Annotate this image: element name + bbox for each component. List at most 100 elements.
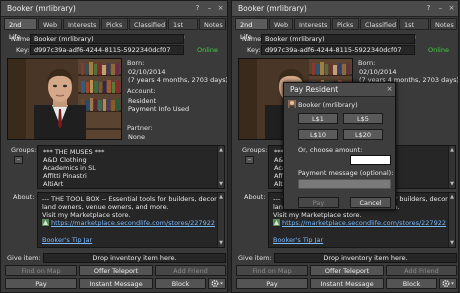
landmark-icon (273, 219, 280, 226)
marketplace-link[interactable]: https://marketplace.secondlife.com/store… (282, 219, 446, 227)
drop-inventory-target[interactable]: Drop inventory item here. (274, 253, 457, 263)
group-item[interactable]: A&D Clothing (43, 156, 87, 164)
find-on-map-button[interactable]: Find on Map (5, 265, 77, 276)
tipjar-link[interactable]: Booker's Tip Jar (273, 236, 323, 244)
tab-web[interactable]: Web (269, 18, 293, 30)
tab-notes[interactable]: Notes (430, 18, 457, 30)
window-titlebar[interactable]: Booker (mrlibrary) ? – × (232, 1, 458, 17)
scroll-down-icon[interactable]: ▼ (449, 181, 455, 187)
close-icon[interactable]: × (216, 4, 225, 13)
dialog-pay-button[interactable]: Pay (298, 197, 339, 208)
about-text[interactable]: --- THE TOOL BOX -- Essential tools for … (37, 192, 225, 248)
scroll-up-icon[interactable]: ▲ (449, 194, 455, 200)
partner-label: Partner: (127, 124, 153, 132)
scroll-down-icon[interactable]: ▼ (218, 181, 224, 187)
scroll-up-icon[interactable]: ▲ (218, 147, 224, 153)
instant-message-button[interactable]: Instant Message (79, 278, 153, 289)
tab-picks[interactable]: Picks (332, 18, 359, 30)
pay-l10-button[interactable]: L$10 (298, 129, 338, 140)
groups-label: Groups: (242, 146, 268, 154)
offer-teleport-button[interactable]: Offer Teleport (310, 265, 384, 276)
choose-amount-label: Or, choose amount: (298, 146, 363, 154)
tab-1st-life[interactable]: 1st Life (168, 18, 198, 41)
about-scrollbar[interactable]: ▲ ▼ (448, 193, 455, 247)
pay-l20-button[interactable]: L$20 (343, 129, 383, 140)
gear-icon[interactable] (439, 278, 457, 289)
offer-teleport-button[interactable]: Offer Teleport (79, 265, 153, 276)
group-item[interactable]: Academics in SL (43, 164, 96, 172)
account-label: Account: (127, 87, 156, 95)
dialog-title: Pay Resident (290, 85, 339, 94)
give-item-label: Give item: (238, 254, 272, 262)
tab-picks[interactable]: Picks (101, 18, 128, 30)
chevron-down-icon[interactable]: – (245, 156, 254, 164)
about-label: About: (244, 193, 266, 201)
close-icon[interactable]: × (385, 85, 394, 94)
account-type: Resident (128, 97, 157, 105)
groups-list[interactable]: *** THE MUSES *** A&D Clothing Academics… (37, 145, 225, 189)
chevron-down-icon[interactable]: – (14, 156, 23, 164)
dialog-cancel-button[interactable]: Cancel (350, 197, 391, 208)
about-line: --- THE TOOL BOX -- Essential tools for … (42, 195, 225, 203)
tab-2nd-life[interactable]: 2nd Life (235, 18, 268, 41)
tab-1st-life[interactable]: 1st Life (399, 18, 429, 41)
scroll-up-icon[interactable]: ▲ (218, 194, 224, 200)
amount-input[interactable] (350, 155, 391, 165)
gear-icon[interactable] (208, 278, 226, 289)
tab-interests[interactable]: Interests (63, 18, 100, 30)
block-button[interactable]: Block (155, 278, 206, 289)
tipjar-link[interactable]: Booker's Tip Jar (42, 236, 92, 244)
name-field[interactable]: Booker (mrlibrary) (261, 34, 415, 44)
help-icon[interactable]: ? (424, 4, 433, 13)
minimize-icon[interactable]: – (436, 4, 445, 13)
drop-inventory-target[interactable]: Drop inventory item here. (43, 253, 226, 263)
scroll-down-icon[interactable]: ▼ (218, 240, 224, 246)
close-icon[interactable]: × (447, 4, 456, 13)
key-label: Key: (247, 46, 261, 54)
key-field[interactable]: d997c39a-adf6-4244-8115-5922340dcf07 (261, 45, 415, 55)
tab-web[interactable]: Web (38, 18, 62, 30)
profile-tabs: 2nd Life Web Interests Picks Classified … (4, 18, 226, 41)
tab-2nd-life[interactable]: 2nd Life (4, 18, 37, 41)
give-item-label: Give item: (7, 254, 41, 262)
born-date: 02/10/2014 (128, 68, 166, 76)
recipient-name: Booker (mrlibrary) (298, 101, 358, 109)
name-field[interactable]: Booker (mrlibrary) (30, 34, 184, 44)
scroll-up-icon[interactable]: ▲ (449, 147, 455, 153)
payment-message-input[interactable] (298, 179, 391, 189)
about-line: Visit my Marketplace store. (42, 211, 131, 219)
window-titlebar[interactable]: Booker (mrlibrary) ? – × (1, 1, 227, 17)
profile-photo[interactable] (7, 58, 122, 140)
tab-interests[interactable]: Interests (294, 18, 331, 30)
scroll-down-icon[interactable]: ▼ (449, 240, 455, 246)
groups-scrollbar[interactable]: ▲ ▼ (217, 146, 224, 188)
dialog-titlebar[interactable]: Pay Resident × (284, 83, 395, 97)
born-label: Born: (358, 59, 376, 67)
find-on-map-button[interactable]: Find on Map (236, 265, 308, 276)
pay-button[interactable]: Pay (236, 278, 308, 289)
groups-scrollbar[interactable]: ▲ ▼ (448, 146, 455, 188)
key-field[interactable]: d997c39a-adf6-4244-8115-5922340dcf07 (30, 45, 184, 55)
tab-classified[interactable]: Classified (129, 18, 167, 30)
marketplace-link[interactable]: https://marketplace.secondlife.com/store… (51, 219, 215, 227)
pay-l5-button[interactable]: L$5 (343, 113, 383, 124)
add-friend-button[interactable]: Add Friend (386, 265, 457, 276)
group-item[interactable]: AltiArt (43, 180, 63, 188)
online-status: Online (428, 46, 449, 54)
instant-message-button[interactable]: Instant Message (310, 278, 384, 289)
group-item[interactable]: *** THE MUSES *** (43, 148, 104, 156)
about-scrollbar[interactable]: ▲ ▼ (217, 193, 224, 247)
block-button[interactable]: Block (386, 278, 437, 289)
pay-l1-button[interactable]: L$1 (298, 113, 338, 124)
pay-button[interactable]: Pay (5, 278, 77, 289)
minimize-icon[interactable]: – (205, 4, 214, 13)
add-friend-button[interactable]: Add Friend (155, 265, 226, 276)
tab-classified[interactable]: Classified (360, 18, 398, 30)
profile-window-left: Booker (mrlibrary) ? – × 2nd Life Web In… (0, 0, 228, 293)
group-item[interactable]: Affitti Pinastri (43, 172, 87, 180)
help-icon[interactable]: ? (193, 4, 202, 13)
partner-value: None (128, 133, 145, 141)
pay-resident-dialog: Pay Resident × Booker (mrlibrary) L$1 L$… (283, 82, 396, 210)
tab-notes[interactable]: Notes (199, 18, 226, 30)
window-title: Booker (mrlibrary) (7, 4, 76, 13)
